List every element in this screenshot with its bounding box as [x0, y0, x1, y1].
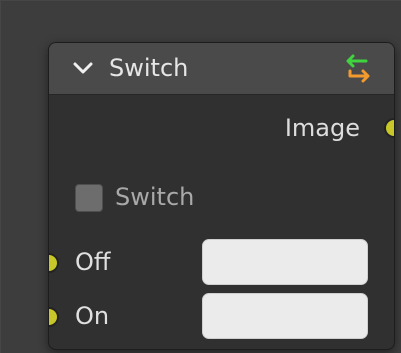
- switch-checkbox[interactable]: [75, 184, 103, 212]
- switch-checkbox-label: Switch: [115, 183, 195, 211]
- switch-checkbox-row[interactable]: Switch: [75, 180, 275, 216]
- input-on-label: On: [75, 302, 110, 330]
- input-off-label: Off: [75, 248, 111, 276]
- switch-node[interactable]: Switch Image Switch Off On: [48, 42, 395, 350]
- output-image-socket[interactable]: [384, 118, 394, 138]
- input-on-socket[interactable]: [49, 307, 59, 327]
- editor-grid-line: [0, 0, 401, 1]
- input-off-color-field[interactable]: [202, 239, 368, 285]
- input-off-socket[interactable]: [49, 253, 59, 273]
- input-on-row: On: [49, 293, 394, 341]
- input-on-color-field[interactable]: [202, 293, 368, 339]
- editor-grid-line: [0, 0, 1, 353]
- node-header[interactable]: Switch: [49, 43, 394, 95]
- input-off-row: Off: [49, 239, 394, 287]
- switch-arrows-icon: [346, 54, 370, 83]
- output-image-row: Image: [49, 105, 394, 153]
- chevron-down-icon[interactable]: [73, 58, 93, 78]
- node-title: Switch: [109, 54, 189, 82]
- output-image-label: Image: [284, 114, 360, 142]
